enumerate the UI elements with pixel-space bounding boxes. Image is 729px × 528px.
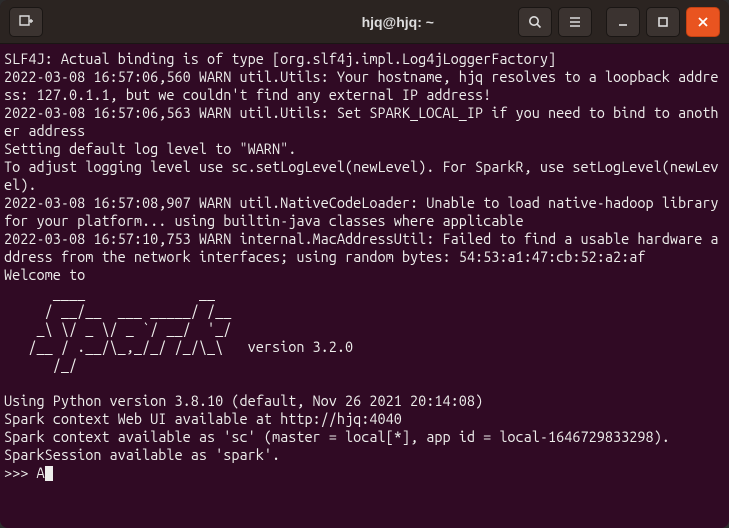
log-line: Using Python version 3.8.10 (default, No…: [4, 392, 483, 409]
log-line: 2022-03-08 16:57:06,560 WARN util.Utils:…: [4, 68, 719, 103]
new-tab-icon: [18, 14, 34, 30]
log-line: 2022-03-08 16:57:10,753 WARN internal.Ma…: [4, 230, 719, 265]
repl-input[interactable]: A: [36, 464, 44, 481]
spark-ascii-logo: ____ __ / __/__ ___ _____/ /__ _\ \/ _ \…: [4, 284, 353, 373]
log-line: 2022-03-08 16:57:06,563 WARN util.Utils:…: [4, 104, 719, 139]
minimize-icon: [615, 14, 631, 30]
log-line: 2022-03-08 16:57:08,907 WARN util.Native…: [4, 194, 727, 229]
log-line: Spark context Web UI available at http:/…: [4, 410, 402, 427]
prompt: >>>: [4, 464, 36, 481]
log-line: SparkSession available as 'spark'.: [4, 446, 280, 463]
log-line: Setting default log level to "WARN".: [4, 140, 296, 157]
search-button[interactable]: [518, 7, 552, 37]
search-icon: [527, 14, 543, 30]
maximize-button[interactable]: [646, 7, 680, 37]
titlebar: hjq@hjq: ~: [0, 0, 729, 44]
log-line: Welcome to: [4, 266, 85, 283]
log-line: SLF4J: Actual binding is of type [org.sl…: [4, 50, 556, 67]
minimize-button[interactable]: [606, 7, 640, 37]
log-line: Spark context available as 'sc' (master …: [4, 428, 670, 445]
terminal-output[interactable]: SLF4J: Actual binding is of type [org.sl…: [0, 44, 729, 528]
cursor: [45, 466, 53, 481]
log-line: To adjust logging level use sc.setLogLev…: [4, 158, 719, 193]
hamburger-icon: [567, 14, 583, 30]
close-icon: [695, 14, 711, 30]
menu-button[interactable]: [558, 7, 592, 37]
terminal-window: hjq@hjq: ~ SLF4J: Actual binding is of t…: [0, 0, 729, 528]
maximize-icon: [655, 14, 671, 30]
window-title: hjq@hjq: ~: [281, 14, 516, 30]
new-tab-button[interactable]: [9, 7, 43, 37]
close-button[interactable]: [686, 7, 720, 37]
